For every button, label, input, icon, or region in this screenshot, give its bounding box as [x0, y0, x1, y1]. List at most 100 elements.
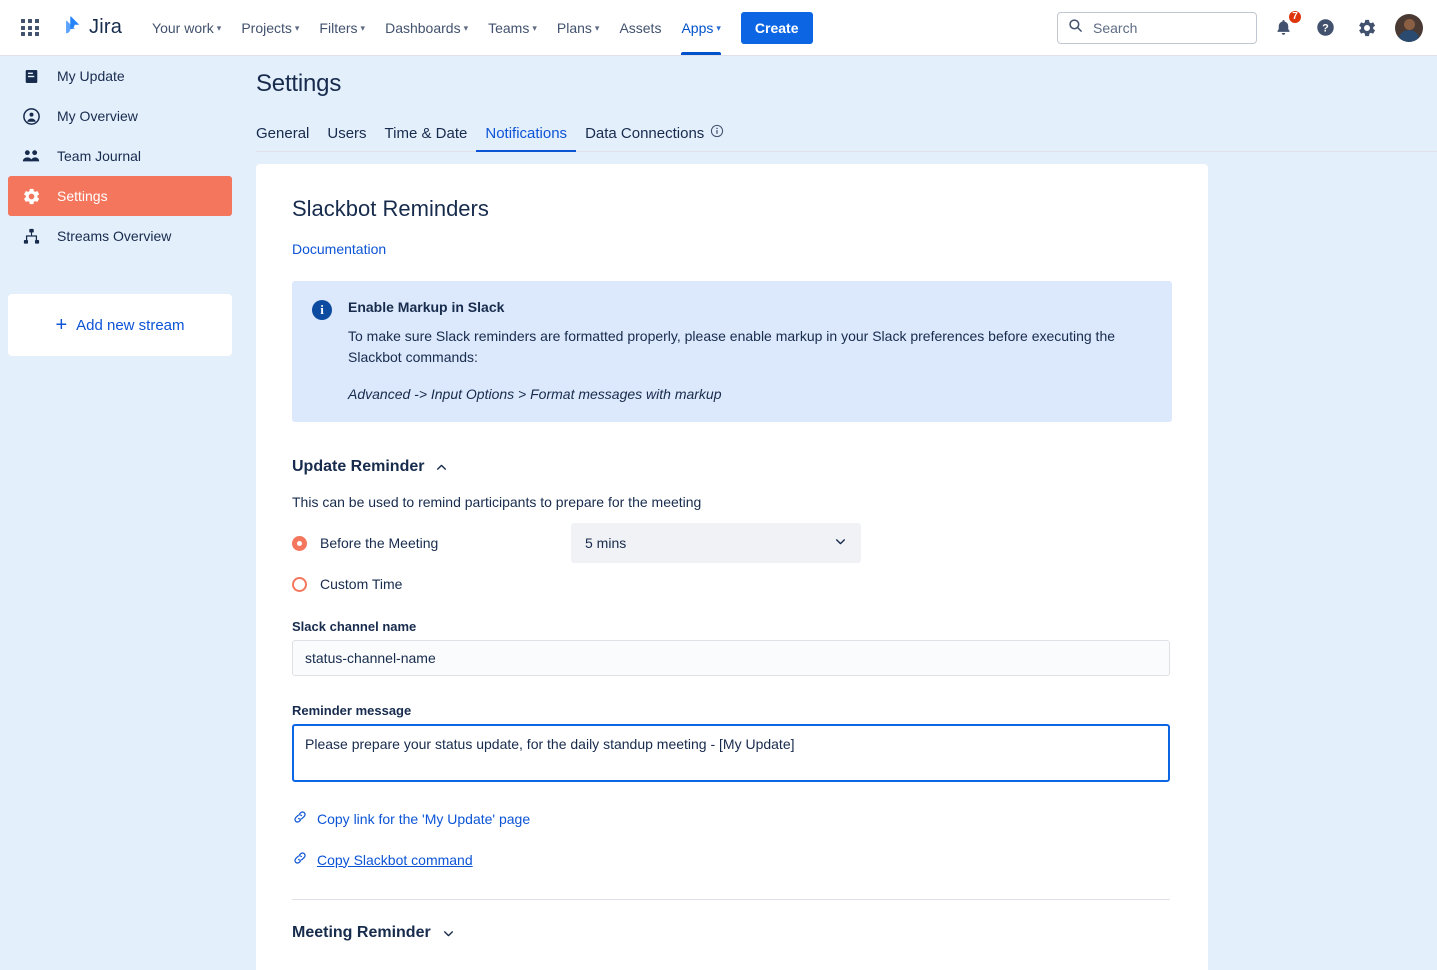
- help-button[interactable]: ?: [1309, 12, 1341, 44]
- chevron-down-icon: [834, 535, 847, 551]
- documentation-link[interactable]: Documentation: [292, 241, 386, 257]
- reminder-message-textarea[interactable]: Please prepare your status update, for t…: [292, 724, 1170, 782]
- copy-slackbot-command-label: Copy Slackbot command: [317, 851, 473, 868]
- copy-my-update-link-label: Copy link for the 'My Update' page: [317, 810, 531, 827]
- copy-slackbot-command-button[interactable]: Copy Slackbot command: [292, 850, 473, 869]
- info-panel: i Enable Markup in Slack To make sure Sl…: [292, 281, 1172, 422]
- nav-item-filters[interactable]: Filters ▾: [309, 0, 375, 55]
- top-navigation-bar: Jira Your work ▾ Projects ▾ Filters ▾ Da…: [0, 0, 1437, 56]
- reminder-timing-select[interactable]: 5 mins: [571, 523, 861, 563]
- add-new-stream-label: Add new stream: [76, 316, 185, 334]
- settings-button[interactable]: [1351, 12, 1383, 44]
- notifications-button[interactable]: 7: [1267, 8, 1303, 44]
- chevron-down-icon: ▾: [532, 23, 537, 33]
- before-meeting-row: Before the Meeting 5 mins: [292, 523, 1172, 563]
- brand-name: Jira: [89, 16, 123, 38]
- nav-label: Your work: [152, 19, 214, 36]
- meeting-reminder-section-header[interactable]: Meeting Reminder: [292, 924, 1172, 942]
- nav-item-dashboards[interactable]: Dashboards ▾: [375, 0, 478, 55]
- nav-label: Filters: [319, 19, 358, 36]
- slackbot-reminders-card: Slackbot Reminders Documentation i Enabl…: [256, 164, 1208, 970]
- info-circle-icon: [710, 124, 724, 142]
- add-new-stream-button[interactable]: + Add new stream: [8, 294, 232, 356]
- info-panel-title: Enable Markup in Slack: [348, 299, 505, 315]
- radio-indicator-custom-time[interactable]: [292, 576, 307, 592]
- help-circle-icon: ?: [1316, 19, 1334, 36]
- sidebar-item-label: Team Journal: [57, 148, 142, 164]
- gear-icon: [1359, 19, 1375, 36]
- tab-general[interactable]: General: [256, 125, 318, 151]
- nav-label: Teams: [488, 19, 530, 36]
- tab-label: Notifications: [485, 124, 568, 142]
- sidebar-item-streams-overview[interactable]: Streams Overview: [8, 216, 232, 256]
- sidebar-item-my-update[interactable]: My Update: [8, 56, 232, 96]
- chevron-down-icon: ▾: [360, 23, 366, 33]
- chevron-up-icon[interactable]: [435, 461, 448, 474]
- sidebar-item-my-overview[interactable]: My Overview: [8, 96, 232, 136]
- nav-item-your-work[interactable]: Your work ▾: [142, 0, 231, 55]
- chevron-down-icon: ▾: [594, 23, 600, 33]
- person-circle-icon: [21, 106, 41, 126]
- custom-time-row: Custom Time: [292, 576, 1172, 592]
- nav-item-plans[interactable]: Plans ▾: [547, 0, 610, 55]
- chevron-down-icon: ▾: [716, 23, 721, 33]
- chevron-down-icon[interactable]: [442, 927, 455, 940]
- nav-label: Dashboards: [385, 19, 461, 36]
- radio-option-custom-time[interactable]: Custom Time: [292, 576, 571, 592]
- info-panel-body: To make sure Slack reminders are formatt…: [348, 328, 1116, 365]
- search-input[interactable]: [1091, 18, 1246, 37]
- tab-notifications[interactable]: Notifications: [476, 124, 576, 152]
- update-reminder-section-header[interactable]: Update Reminder: [292, 458, 1172, 476]
- sidebar-item-label: My Overview: [57, 108, 138, 124]
- copy-my-update-link-button[interactable]: Copy link for the 'My Update' page: [292, 809, 530, 828]
- nav-item-teams[interactable]: Teams ▾: [478, 0, 547, 55]
- update-reminder-heading: Update Reminder: [292, 458, 425, 475]
- nav-label: Apps: [681, 19, 714, 36]
- reminder-timing-value: 5 mins: [585, 535, 627, 551]
- page-title: Settings: [256, 70, 342, 97]
- tab-label: Data Connections: [585, 124, 705, 142]
- chevron-down-icon: ▾: [463, 23, 469, 33]
- link-icon: [292, 809, 308, 828]
- sidebar-item-team-journal[interactable]: Team Journal: [8, 136, 232, 176]
- gear-icon: [21, 186, 41, 206]
- tab-label: Time & Date: [384, 124, 468, 142]
- sidebar-item-label: My Update: [57, 68, 125, 84]
- section-divider: [292, 899, 1170, 900]
- chevron-down-icon: ▾: [294, 23, 300, 33]
- nav-label: Projects: [241, 19, 292, 36]
- chevron-down-icon: ▾: [216, 23, 222, 33]
- reminder-message-label: Reminder message: [292, 703, 412, 718]
- tab-users[interactable]: Users: [318, 125, 375, 151]
- sidebar-item-label: Streams Overview: [57, 228, 172, 244]
- create-button[interactable]: Create: [740, 11, 813, 44]
- jira-home-link[interactable]: Jira: [54, 10, 128, 45]
- search-box[interactable]: [1057, 11, 1257, 44]
- people-icon: [21, 146, 41, 166]
- tab-data-connections[interactable]: Data Connections: [576, 124, 733, 151]
- radio-option-before-meeting[interactable]: Before the Meeting: [292, 535, 571, 551]
- slack-channel-input[interactable]: [292, 640, 1170, 676]
- radio-label-custom-time: Custom Time: [320, 576, 403, 592]
- update-reminder-description: This can be used to remind participants …: [292, 494, 702, 510]
- user-avatar[interactable]: [1395, 13, 1423, 42]
- nav-label: Assets: [619, 19, 662, 36]
- info-panel-emphasis: Advanced -> Input Options > Format messa…: [348, 386, 722, 402]
- slack-channel-label: Slack channel name: [292, 619, 417, 634]
- left-sidebar: My Update My Overview Team Journal Setti…: [0, 56, 240, 970]
- nav-item-assets[interactable]: Assets: [609, 0, 671, 55]
- nav-item-projects[interactable]: Projects ▾: [231, 0, 309, 55]
- meeting-reminder-heading: Meeting Reminder: [292, 924, 431, 941]
- notification-count-badge: 7: [1287, 8, 1303, 25]
- tab-label: General: [256, 124, 310, 142]
- main-content: Settings General Users Time & Date Notif…: [240, 56, 1437, 970]
- sidebar-item-label: Settings: [57, 188, 108, 204]
- radio-indicator-before-meeting[interactable]: [292, 535, 307, 551]
- tab-time-and-date[interactable]: Time & Date: [376, 125, 477, 151]
- sidebar-item-settings[interactable]: Settings: [8, 176, 232, 216]
- radio-label-before-meeting: Before the Meeting: [320, 535, 439, 551]
- app-switcher-button[interactable]: [14, 12, 46, 44]
- link-icon: [292, 850, 308, 869]
- svg-text:?: ?: [1322, 23, 1329, 35]
- nav-item-apps[interactable]: Apps ▾: [671, 0, 730, 55]
